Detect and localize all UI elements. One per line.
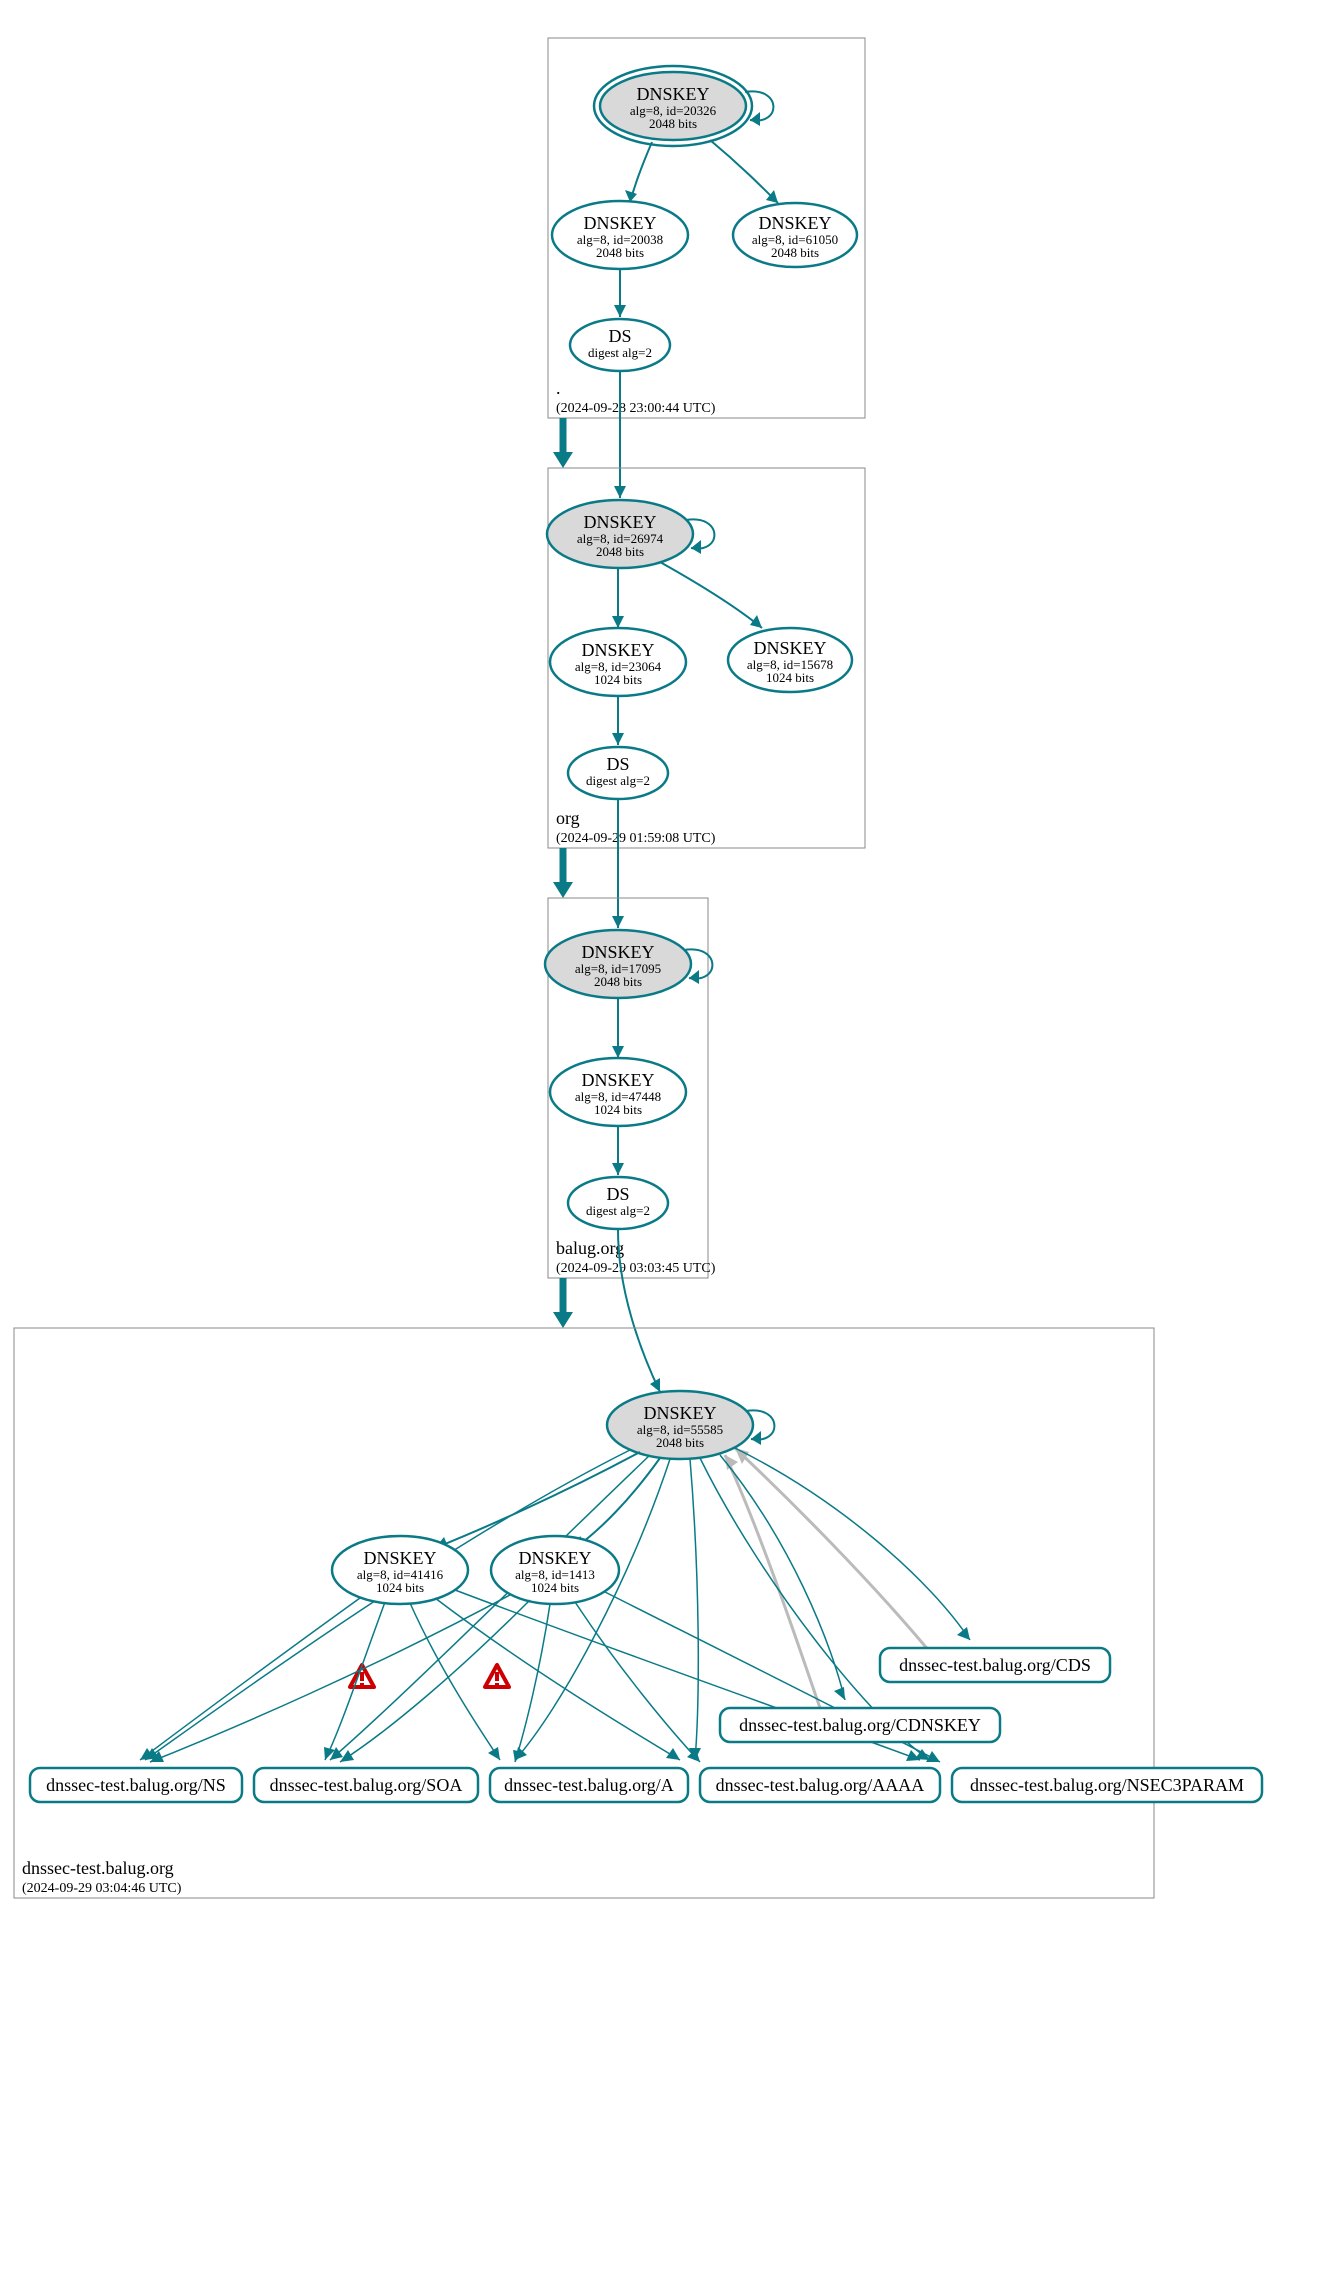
balug-ksk-title: DNSKEY	[581, 942, 654, 962]
balug-ds-title: DS	[606, 1184, 629, 1204]
zone-ts-balug: (2024-09-29 03:03:45 UTC)	[556, 1261, 716, 1276]
arrow-org-ksk-zsk2	[750, 615, 762, 628]
node-balug-ds[interactable]: DS digest alg=2	[568, 1177, 668, 1229]
node-rr-aaaa[interactable]: dnssec-test.balug.org/AAAA	[700, 1768, 940, 1802]
node-dnssec-zsk1[interactable]: DNSKEY alg=8, id=41416 1024 bits	[332, 1536, 468, 1604]
org-ksk-l2: 2048 bits	[596, 544, 644, 559]
arrow-org-ksk-self	[691, 540, 701, 554]
org-ksk-title: DNSKEY	[583, 512, 656, 532]
org-zsk2-l2: 1024 bits	[766, 670, 814, 685]
node-root-zsk2[interactable]: DNSKEY alg=8, id=61050 2048 bits	[733, 203, 857, 267]
arrow-ksk-cds	[957, 1627, 970, 1640]
dnssec-zsk2-l2: 1024 bits	[531, 1580, 579, 1595]
node-org-ksk[interactable]: DNSKEY alg=8, id=26974 2048 bits	[547, 500, 693, 568]
node-rr-nsec3p[interactable]: dnssec-test.balug.org/NSEC3PARAM	[952, 1768, 1262, 1802]
arrow-balug-ksk-self	[689, 970, 699, 984]
dnssec-zsk2-title: DNSKEY	[518, 1548, 591, 1568]
node-balug-zsk1[interactable]: DNSKEY alg=8, id=47448 1024 bits	[550, 1058, 686, 1126]
org-zsk2-title: DNSKEY	[753, 638, 826, 658]
root-ds-title: DS	[608, 326, 631, 346]
root-zsk2-title: DNSKEY	[758, 213, 831, 233]
arrow-balug-to-dnssec-zone	[553, 1312, 573, 1328]
dnssec-ksk-l2: 2048 bits	[656, 1435, 704, 1450]
balug-zsk1-l2: 1024 bits	[594, 1102, 642, 1117]
zone-box-dnssec	[14, 1328, 1154, 1898]
edge-zsk1-aaaa	[435, 1598, 680, 1760]
rr-soa-text: dnssec-test.balug.org/SOA	[270, 1775, 463, 1795]
node-balug-ksk[interactable]: DNSKEY alg=8, id=17095 2048 bits	[545, 930, 691, 998]
node-rr-cdnskey[interactable]: dnssec-test.balug.org/CDNSKEY	[720, 1708, 1000, 1742]
rr-cds-text: dnssec-test.balug.org/CDS	[899, 1655, 1091, 1675]
rr-nsec3p-text: dnssec-test.balug.org/NSEC3PARAM	[970, 1775, 1244, 1795]
node-dnssec-zsk2[interactable]: DNSKEY alg=8, id=1413 1024 bits	[491, 1536, 619, 1604]
edge-zsk2-aaaa	[575, 1602, 700, 1762]
arrow-root-ds-org-ksk	[614, 486, 626, 498]
zone-name-root: .	[556, 378, 561, 398]
arrow-balug-ksk-zsk1	[612, 1046, 624, 1058]
arrow-root-to-org-zone	[553, 452, 573, 468]
node-root-ds[interactable]: DS digest alg=2	[570, 319, 670, 371]
zone-ts-dnssec: (2024-09-29 03:04:46 UTC)	[22, 1881, 182, 1896]
edge-ksk-soa	[330, 1455, 650, 1760]
node-org-ds[interactable]: DS digest alg=2	[568, 747, 668, 799]
warning-icon-1	[350, 1665, 374, 1687]
node-rr-soa[interactable]: dnssec-test.balug.org/SOA	[254, 1768, 478, 1802]
arrow-ksk-soa	[330, 1747, 343, 1760]
dnssec-zsk1-l2: 1024 bits	[376, 1580, 424, 1595]
arrow-org-to-balug-zone	[553, 882, 573, 898]
arrow-zsk1-aaaa	[666, 1748, 680, 1760]
org-zsk1-l2: 1024 bits	[594, 672, 642, 687]
zone-name-dnssec: dnssec-test.balug.org	[22, 1858, 174, 1878]
arrow-org-ds-balug-ksk	[612, 916, 624, 928]
zone-ts-root: (2024-09-28 23:00:44 UTC)	[556, 401, 716, 416]
arrow-balug-zsk1-ds	[612, 1163, 624, 1175]
arrow-org-zsk1-ds	[612, 733, 624, 745]
rr-cdnskey-text: dnssec-test.balug.org/CDNSKEY	[739, 1715, 981, 1735]
rr-ns-text: dnssec-test.balug.org/NS	[46, 1775, 226, 1795]
rr-aaaa-text: dnssec-test.balug.org/AAAA	[716, 1775, 925, 1795]
edge-ksk-aaaa	[690, 1459, 698, 1760]
root-zsk2-l2: 2048 bits	[771, 245, 819, 260]
edge-zsk1-ns	[140, 1598, 360, 1760]
rr-a-text: dnssec-test.balug.org/A	[504, 1775, 674, 1795]
node-root-zsk1[interactable]: DNSKEY alg=8, id=20038 2048 bits	[552, 201, 688, 269]
arrow-zsk1-a	[488, 1747, 500, 1760]
balug-ds-l1: digest alg=2	[586, 1203, 650, 1218]
arrow-root-zsk1-ds	[614, 305, 626, 317]
org-ds-title: DS	[606, 754, 629, 774]
balug-ksk-l2: 2048 bits	[594, 974, 642, 989]
zone-ts-org: (2024-09-29 01:59:08 UTC)	[556, 831, 716, 846]
node-rr-cds[interactable]: dnssec-test.balug.org/CDS	[880, 1648, 1110, 1682]
arrow-ksk-cdnskey	[834, 1687, 845, 1700]
edge-org-ksk-zsk2	[660, 562, 762, 628]
root-ds-l1: digest alg=2	[588, 345, 652, 360]
node-rr-a[interactable]: dnssec-test.balug.org/A	[490, 1768, 688, 1802]
dnssec-ksk-title: DNSKEY	[643, 1403, 716, 1423]
zone-name-balug: balug.org	[556, 1238, 624, 1258]
dnssec-zsk1-title: DNSKEY	[363, 1548, 436, 1568]
balug-zsk1-title: DNSKEY	[581, 1070, 654, 1090]
root-zsk1-title: DNSKEY	[583, 213, 656, 233]
edge-balug-ds-dnssec-ksk	[618, 1230, 660, 1392]
node-root-ksk[interactable]: DNSKEY alg=8, id=20326 2048 bits	[594, 66, 752, 146]
zone-name-org: org	[556, 808, 580, 828]
root-ksk-l2: 2048 bits	[649, 116, 697, 131]
node-org-zsk1[interactable]: DNSKEY alg=8, id=23064 1024 bits	[550, 628, 686, 696]
root-ksk-title: DNSKEY	[636, 84, 709, 104]
edge-root-ksk-zsk2	[710, 140, 778, 203]
node-org-zsk2[interactable]: DNSKEY alg=8, id=15678 1024 bits	[728, 628, 852, 692]
node-rr-ns[interactable]: dnssec-test.balug.org/NS	[30, 1768, 242, 1802]
node-dnssec-ksk[interactable]: DNSKEY alg=8, id=55585 2048 bits	[607, 1391, 753, 1459]
org-zsk1-title: DNSKEY	[581, 640, 654, 660]
root-zsk1-l2: 2048 bits	[596, 245, 644, 260]
edge-ksk-cds	[735, 1448, 970, 1640]
arrow-dnssec-ksk-self	[751, 1431, 761, 1445]
arrow-org-ksk-zsk1	[612, 616, 624, 628]
warning-icon-2	[485, 1665, 509, 1687]
org-ds-l1: digest alg=2	[586, 773, 650, 788]
